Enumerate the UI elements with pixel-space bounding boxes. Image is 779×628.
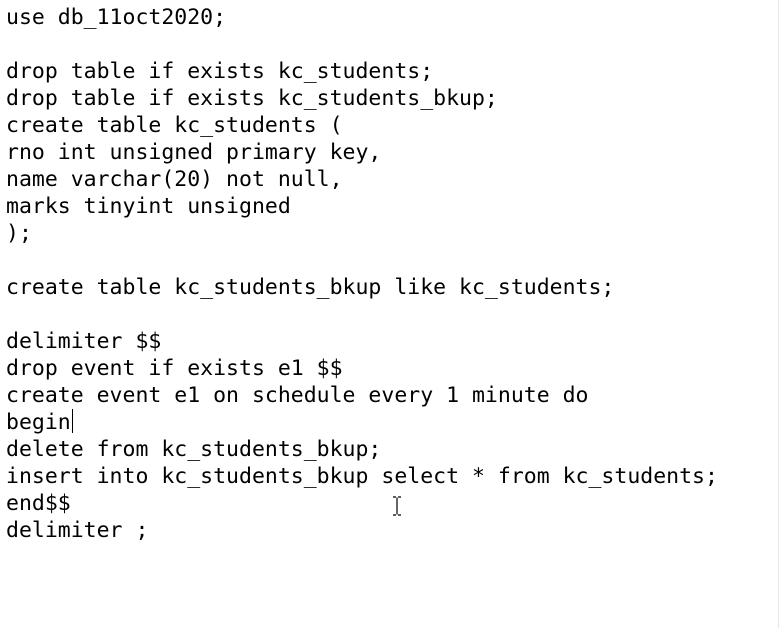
code-line: );	[6, 220, 718, 247]
code-line: marks tinyint unsigned	[6, 193, 718, 220]
code-line: drop event if exists e1 $$	[6, 355, 718, 382]
text-ibeam-cursor-icon	[393, 496, 401, 516]
code-line: create table kc_students (	[6, 112, 718, 139]
code-line: drop table if exists kc_students;	[6, 58, 718, 85]
code-line-text: create table kc_students_bkup like kc_st…	[6, 275, 615, 300]
code-line: delete from kc_students_bkup;	[6, 436, 718, 463]
code-line: end$$	[6, 490, 718, 517]
code-line-text: rno int unsigned primary key,	[6, 140, 382, 165]
code-line: create table kc_students_bkup like kc_st…	[6, 274, 718, 301]
code-line-text: use db_11oct2020;	[6, 5, 227, 30]
code-line: delimiter $$	[6, 328, 718, 355]
code-line-text: marks tinyint unsigned	[6, 194, 291, 219]
code-line-text: );	[6, 221, 32, 246]
code-editor[interactable]: use db_11oct2020;drop table if exists kc…	[0, 0, 779, 628]
code-line-text: delimiter $$	[6, 329, 162, 354]
code-line: insert into kc_students_bkup select * fr…	[6, 463, 718, 490]
code-line-text: name varchar(20) not null,	[6, 167, 343, 192]
code-line-text: drop event if exists e1 $$	[6, 356, 343, 381]
text-caret	[71, 409, 73, 433]
code-line: use db_11oct2020;	[6, 4, 718, 31]
code-line-text: end$$	[6, 491, 71, 516]
code-line-text: insert into kc_students_bkup select * fr…	[6, 464, 718, 489]
code-line: rno int unsigned primary key,	[6, 139, 718, 166]
code-line-text: drop table if exists kc_students;	[6, 59, 434, 84]
code-line: name varchar(20) not null,	[6, 166, 718, 193]
code-line-text: begin	[6, 410, 71, 435]
code-text-area[interactable]: use db_11oct2020;drop table if exists kc…	[6, 4, 718, 544]
code-line-text: delete from kc_students_bkup;	[6, 437, 382, 462]
code-line: begin	[6, 409, 718, 436]
code-line: delimiter ;	[6, 517, 718, 544]
code-line-text: delimiter ;	[6, 518, 149, 543]
code-line: drop table if exists kc_students_bkup;	[6, 85, 718, 112]
code-line-text: drop table if exists kc_students_bkup;	[6, 86, 498, 111]
code-line: create event e1 on schedule every 1 minu…	[6, 382, 718, 409]
code-line-text: create event e1 on schedule every 1 minu…	[6, 383, 589, 408]
code-line-text: create table kc_students (	[6, 113, 343, 138]
